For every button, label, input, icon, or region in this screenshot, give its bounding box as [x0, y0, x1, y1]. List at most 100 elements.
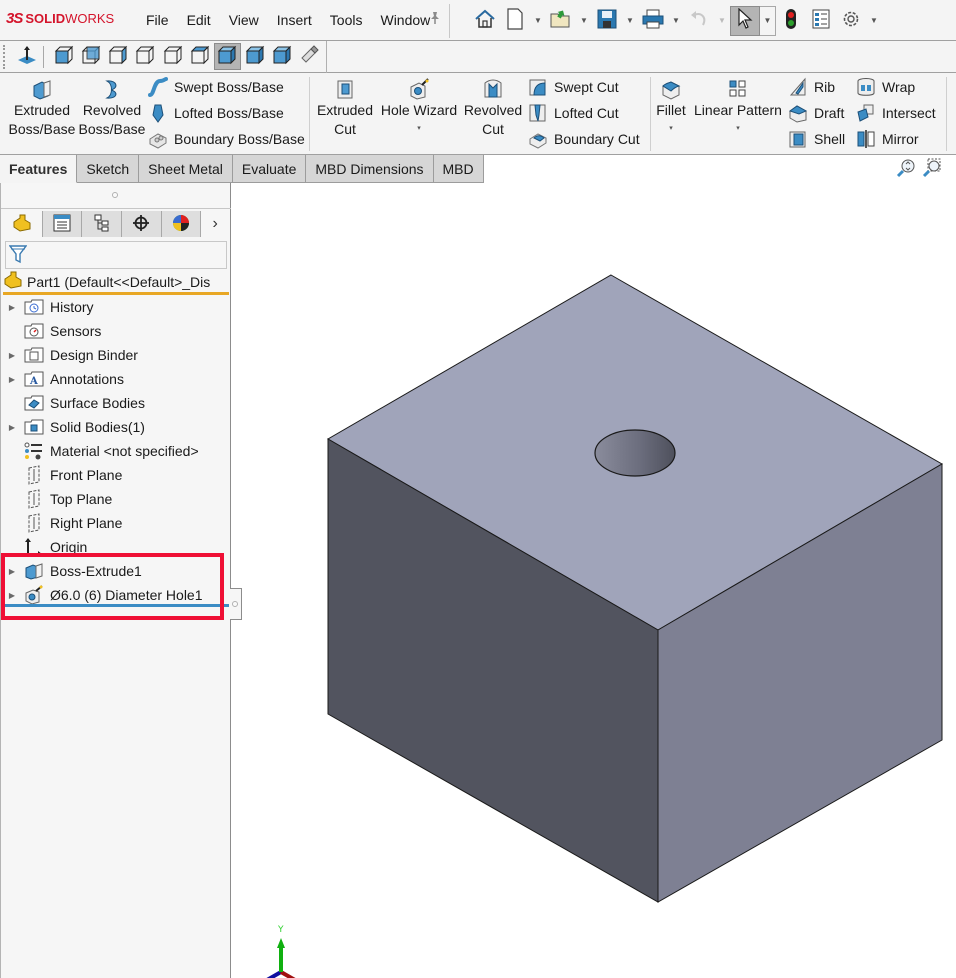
undo-button[interactable] [684, 6, 714, 36]
tree-node-history[interactable]: ▶ History [1, 295, 231, 319]
mirror-button[interactable]: Mirror [856, 127, 919, 151]
print-dropdown[interactable]: ▼ [668, 6, 684, 36]
lofted-cut-label: Lofted Cut [554, 105, 619, 121]
hole-wizard-button[interactable]: Hole Wizard ▾ [379, 77, 459, 138]
save-button[interactable] [592, 6, 622, 36]
expand-arrow-icon[interactable]: ▶ [1, 351, 23, 360]
dimetric-view-button[interactable] [268, 43, 295, 70]
new-dropdown[interactable]: ▼ [530, 6, 546, 36]
isometric-view-button[interactable] [213, 43, 241, 70]
menu-edit[interactable]: Edit [187, 12, 218, 28]
rollback-bar[interactable] [5, 604, 229, 607]
tab-mbd[interactable]: MBD [433, 155, 484, 183]
fillet-button[interactable]: Fillet ▾ [653, 77, 689, 138]
toolbar-grip[interactable] [3, 45, 6, 69]
history-folder-icon [23, 297, 45, 317]
tree-node-solid-bodies-1[interactable]: ▶ Solid Bodies(1) [1, 415, 231, 439]
open-dropdown[interactable]: ▼ [576, 6, 592, 36]
select-button[interactable] [730, 5, 760, 36]
tab-sheet-metal[interactable]: Sheet Metal [139, 155, 233, 183]
tree-node-label: Annotations [50, 371, 124, 387]
extruded-boss-base-button[interactable]: Extruded Boss/Base [8, 77, 76, 139]
menu-file[interactable]: File [146, 12, 176, 28]
revolved-cut-button[interactable]: Revolved Cut [462, 77, 524, 139]
file-properties-button[interactable] [806, 6, 836, 36]
more-tabs-chevron-icon[interactable]: › [201, 211, 230, 237]
tab-mbd-dimensions[interactable]: MBD Dimensions [306, 155, 434, 183]
draft-button[interactable]: Draft [788, 101, 844, 125]
zoom-to-area-icon[interactable] [922, 158, 942, 181]
menu-insert[interactable]: Insert [277, 12, 319, 28]
expand-arrow-icon[interactable]: ▶ [1, 303, 23, 312]
tree-node-material-not-specified[interactable]: Material <not specified> [1, 439, 231, 463]
select-dropdown[interactable]: ▼ [760, 5, 776, 36]
linear-pattern-button[interactable]: Linear Pattern ▾ [693, 77, 783, 138]
top-view-button[interactable] [159, 43, 186, 70]
tree-node-origin[interactable]: Origin [1, 535, 231, 559]
open-button[interactable] [546, 6, 576, 36]
panel-resize-handle[interactable] [230, 588, 242, 620]
panel-splitter[interactable] [112, 192, 118, 198]
zoom-to-fit-icon[interactable] [896, 158, 916, 181]
shell-button[interactable]: Shell [788, 127, 845, 151]
lofted-cut-button[interactable]: Lofted Cut [528, 101, 619, 125]
tree-node-surface-bodies[interactable]: Surface Bodies [1, 391, 231, 415]
tree-node-design-binder[interactable]: ▶ Design Binder [1, 343, 231, 367]
revolved-boss-base-button[interactable]: Revolved Boss/Base [78, 77, 146, 139]
configurationmanager-tab[interactable] [82, 211, 122, 237]
tab-features[interactable]: Features [0, 155, 78, 183]
tree-node-boss-extrude1[interactable]: ▶ Boss-Extrude1 [1, 559, 231, 583]
bottom-view-button[interactable] [187, 43, 214, 70]
fillet-dropdown[interactable]: ▾ [669, 120, 673, 138]
swept-cut-button[interactable]: Swept Cut [528, 75, 619, 99]
tree-node-right-plane[interactable]: Right Plane [1, 511, 231, 535]
tree-node-annotations[interactable]: ▶ A Annotations [1, 367, 231, 391]
undo-dropdown[interactable]: ▼ [714, 6, 730, 36]
hole-wizard-dropdown[interactable]: ▾ [417, 120, 421, 138]
back-view-button[interactable] [77, 43, 104, 70]
view-selector-button[interactable] [296, 43, 323, 70]
trimetric-view-button[interactable] [241, 43, 268, 70]
expand-arrow-icon[interactable]: ▶ [1, 375, 23, 384]
dimxpertmanager-tab[interactable] [121, 211, 162, 237]
new-button[interactable] [500, 6, 530, 36]
home-button[interactable] [470, 6, 500, 36]
tree-node-top-plane[interactable]: Top Plane [1, 487, 231, 511]
linear-pattern-dropdown[interactable]: ▾ [736, 120, 740, 138]
boundary-boss-base-button[interactable]: Boundary Boss/Base [148, 127, 305, 151]
left-view-button[interactable] [105, 43, 132, 70]
boundary-cut-button[interactable]: Boundary Cut [528, 127, 640, 151]
part-root-node[interactable]: Part1 (Default<<Default>_Dis [3, 271, 229, 295]
save-dropdown[interactable]: ▼ [622, 6, 638, 36]
graphics-area[interactable]: Y [231, 158, 956, 978]
featuremanager-tab[interactable] [3, 211, 43, 237]
feature-tree-filter[interactable] [5, 241, 227, 269]
tree-node-sensors[interactable]: Sensors [1, 319, 231, 343]
rib-button[interactable]: Rib [788, 75, 835, 99]
menu-view[interactable]: View [229, 12, 266, 28]
pin-icon[interactable] [428, 11, 442, 28]
tree-node-front-plane[interactable]: Front Plane [1, 463, 231, 487]
right-view-button[interactable] [132, 43, 159, 70]
expand-arrow-icon[interactable]: ▶ [1, 567, 23, 576]
expand-arrow-icon[interactable]: ▶ [1, 591, 23, 600]
expand-arrow-icon[interactable]: ▶ [1, 423, 23, 432]
options-dropdown[interactable]: ▼ [866, 6, 882, 36]
swept-boss-base-button[interactable]: Swept Boss/Base [148, 75, 284, 99]
front-view-button[interactable] [50, 43, 77, 70]
part-model-view[interactable]: Y [231, 183, 956, 978]
propertymanager-tab[interactable] [42, 211, 83, 237]
menu-tools[interactable]: Tools [330, 12, 370, 28]
solidworks-logo[interactable]: 3S SOLIDWORKS [6, 10, 114, 27]
tab-sketch[interactable]: Sketch [77, 155, 140, 183]
intersect-button[interactable]: Intersect [856, 101, 936, 125]
print-button[interactable] [638, 6, 668, 36]
lofted-boss-base-button[interactable]: Lofted Boss/Base [148, 101, 284, 125]
extruded-cut-button[interactable]: Extruded Cut [314, 77, 376, 139]
normal-to-button[interactable] [13, 43, 40, 70]
rebuild-button[interactable] [776, 6, 806, 36]
options-button[interactable] [836, 6, 866, 36]
displaymanager-tab[interactable] [161, 211, 202, 237]
tab-evaluate[interactable]: Evaluate [232, 155, 307, 183]
wrap-button[interactable]: Wrap [856, 75, 915, 99]
